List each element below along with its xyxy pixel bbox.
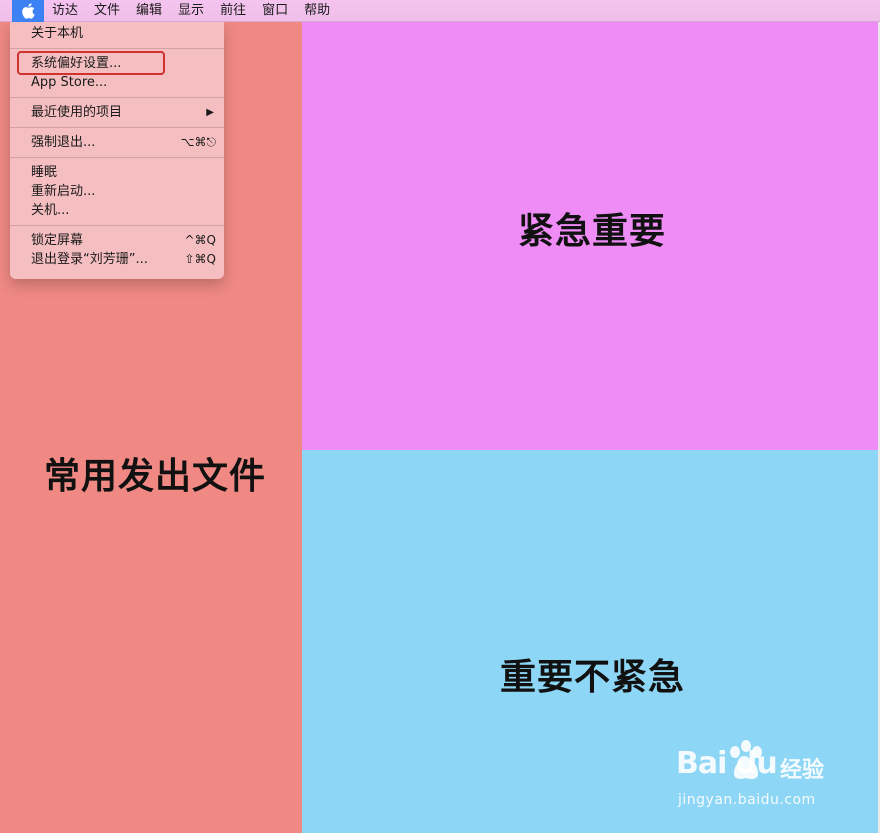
menu-item-shutdown[interactable]: 关机... [10, 201, 224, 220]
apple-icon [21, 2, 35, 19]
panel-label-top-right: 紧急重要 [518, 211, 667, 252]
watermark-url: jingyan.baidu.com [678, 792, 816, 808]
menu-window[interactable]: 窗口 [254, 0, 296, 22]
panel-label-left: 常用发出文件 [44, 456, 267, 497]
menu-item-restart[interactable]: 重新启动... [10, 182, 224, 201]
menu-item-recent-items[interactable]: 最近使用的项目 ▶ [10, 103, 224, 122]
paw-icon [726, 738, 766, 786]
menu-item-system-preferences[interactable]: 系统偏好设置... [10, 54, 224, 73]
lock-screen-shortcut: ^⌘Q [184, 233, 217, 247]
menu-item-logout-label: 退出登录“刘芳珊”... [31, 252, 148, 267]
menu-item-lock-screen[interactable]: 锁定屏幕 ^⌘Q [10, 231, 224, 250]
menu-item-logout[interactable]: 退出登录“刘芳珊”... ⇧⌘Q [10, 250, 224, 269]
menu-item-recent-label: 最近使用的项目 [31, 105, 123, 120]
menu-item-about[interactable]: 关于本机 [10, 24, 224, 43]
logout-shortcut: ⇧⌘Q [184, 252, 217, 266]
menu-separator [10, 127, 224, 128]
apple-menu-button[interactable] [12, 0, 44, 22]
menu-separator [10, 97, 224, 98]
menu-edit[interactable]: 编辑 [128, 0, 170, 22]
menu-separator [10, 48, 224, 49]
menu-item-app-store[interactable]: App Store... [10, 73, 224, 92]
menu-item-force-quit-label: 强制退出... [31, 135, 96, 150]
menu-help[interactable]: 帮助 [296, 0, 338, 22]
submenu-arrow-icon: ▶ [206, 107, 214, 118]
menu-go[interactable]: 前往 [212, 0, 254, 22]
menu-finder[interactable]: 访达 [44, 0, 86, 22]
menu-item-force-quit[interactable]: 强制退出... ⌥⌘⎋ [10, 133, 224, 152]
watermark-cn: 经验 [780, 758, 825, 783]
menu-item-lock-label: 锁定屏幕 [31, 233, 84, 248]
baidu-watermark: Bai du 经验 jingyan.baidu.com [676, 738, 836, 814]
menu-bar: 访达 文件 编辑 显示 前往 窗口 帮助 [0, 0, 880, 22]
force-quit-shortcut: ⌥⌘⎋ [180, 135, 216, 149]
menu-item-sleep[interactable]: 睡眠 [10, 163, 224, 182]
menu-separator [10, 157, 224, 158]
menu-file[interactable]: 文件 [86, 0, 128, 22]
menu-separator [10, 225, 224, 226]
folder-panel-urgent-important[interactable]: 紧急重要 [302, 22, 878, 450]
apple-dropdown-menu: 关于本机 系统偏好设置... App Store... 最近使用的项目 ▶ 强制… [10, 22, 224, 279]
panel-label-bottom-right: 重要不紧急 [500, 657, 686, 698]
menu-view[interactable]: 显示 [170, 0, 212, 22]
